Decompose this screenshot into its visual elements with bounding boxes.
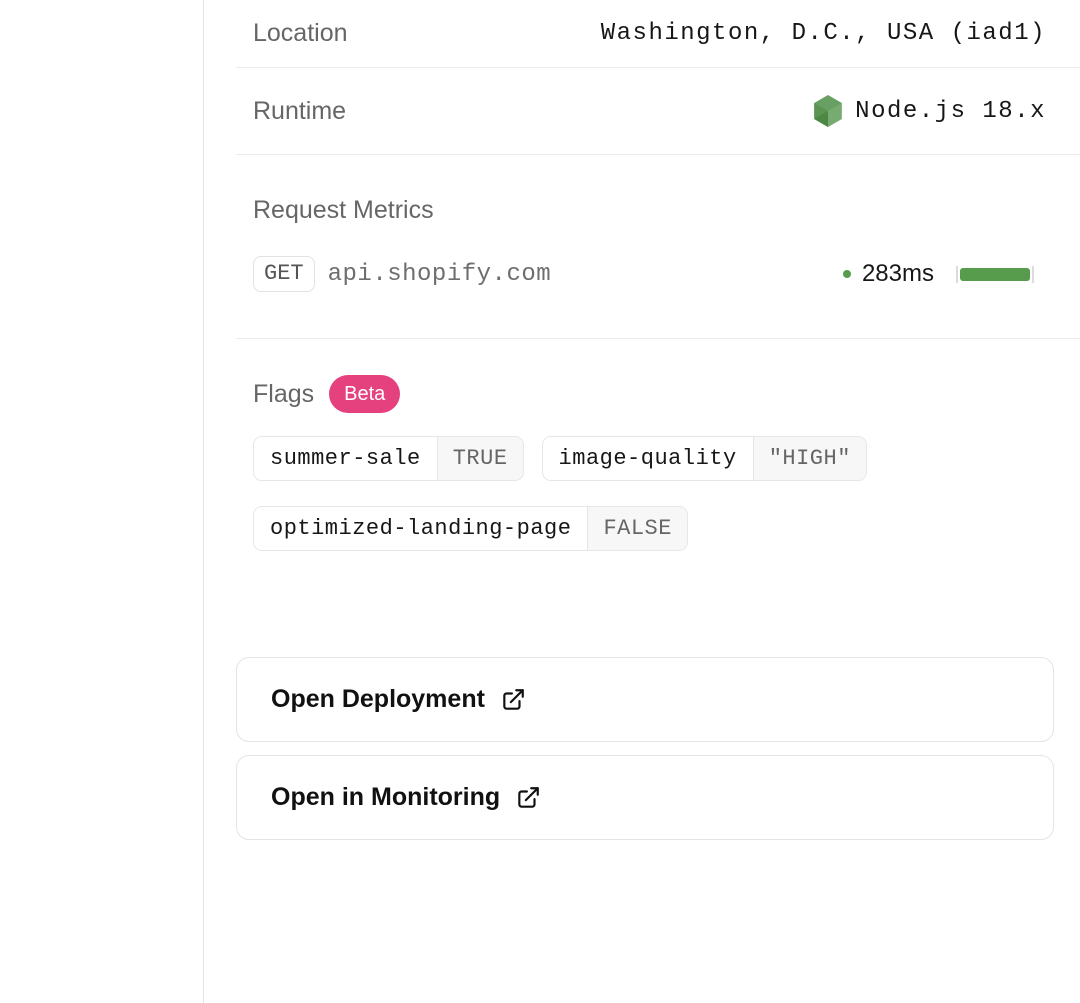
open-deployment-label: Open Deployment [271,685,485,714]
nodejs-icon [814,95,842,127]
flags-section: Flags Beta summer-sale TRUE image-qualit… [236,339,1080,551]
latency-value: 283ms [862,260,934,288]
location-label: Location [253,19,348,48]
request-row: GET api.shopify.com 283ms [236,256,1080,292]
flag-value: "HIGH" [753,437,866,480]
runtime-value: Node.js 18.x [814,95,1046,127]
location-row: Location Washington, D.C., USA (iad1) [236,0,1080,68]
deployment-details-panel: Location Washington, D.C., USA (iad1) Ru… [236,0,1080,551]
runtime-row: Runtime Node.js 18.x [236,68,1080,155]
sidebar-divider [203,0,204,1003]
runtime-version: Node.js 18.x [855,98,1046,125]
beta-badge: Beta [329,375,400,413]
flag-value: FALSE [587,507,687,550]
flags-header: Flags Beta [253,375,1080,413]
request-info: GET api.shopify.com [253,256,551,292]
flag-chip: summer-sale TRUE [253,436,524,481]
latency-bar-track [956,266,1034,283]
flag-value: TRUE [437,437,523,480]
request-latency-group: 283ms [843,260,1034,288]
request-metrics-title: Request Metrics [236,196,1080,225]
request-metrics-section: Request Metrics GET api.shopify.com 283m… [236,155,1080,339]
external-link-icon [515,785,541,811]
open-in-monitoring-button[interactable]: Open in Monitoring [236,755,1054,840]
location-value: Washington, D.C., USA (iad1) [601,20,1046,47]
status-dot-icon [843,270,851,278]
flags-title: Flags [253,380,314,409]
open-deployment-button[interactable]: Open Deployment [236,657,1054,742]
external-link-icon [500,687,526,713]
flag-name: summer-sale [254,437,437,480]
flag-name: optimized-landing-page [254,507,587,550]
runtime-label: Runtime [253,97,346,126]
http-method-badge: GET [253,256,315,292]
flag-chip: optimized-landing-page FALSE [253,506,688,551]
flag-chip-list: summer-sale TRUE image-quality "HIGH" op… [253,436,953,551]
open-in-monitoring-label: Open in Monitoring [271,783,500,812]
request-url: api.shopify.com [328,261,552,288]
latency-bar [960,268,1030,281]
flag-chip: image-quality "HIGH" [542,436,867,481]
flag-name: image-quality [543,437,753,480]
